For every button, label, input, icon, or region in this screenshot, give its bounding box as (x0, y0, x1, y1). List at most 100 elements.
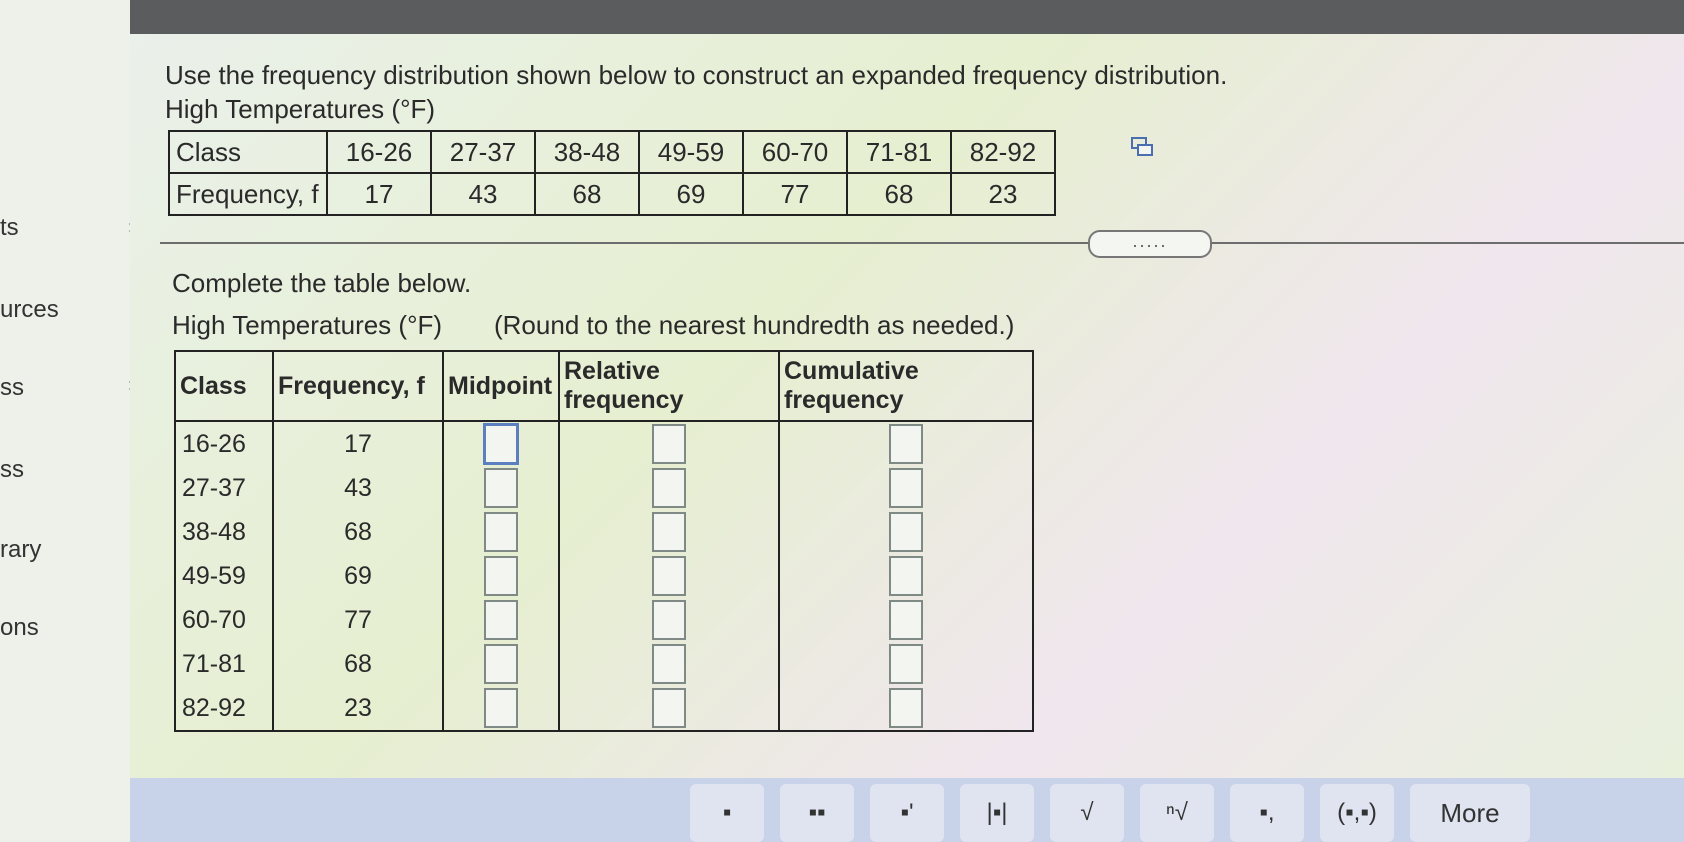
cumulative-frequency-input[interactable] (889, 600, 923, 640)
relative-frequency-cell (559, 598, 780, 642)
midpoint-cell (443, 421, 560, 466)
relative-frequency-input[interactable] (652, 468, 686, 508)
answer-table-caption: High Temperatures (°F) (172, 310, 443, 340)
task-instruction: Complete the table below. (172, 268, 472, 298)
class-cell: 71-81 (175, 642, 274, 686)
given-class-cell: 82-92 (950, 130, 1056, 174)
given-frequency-cell: 68 (534, 172, 640, 216)
cumulative-frequency-input[interactable] (889, 644, 923, 684)
cumulative-frequency-input[interactable] (889, 468, 923, 508)
sidebar: ts › urces ss › ss rary ons (0, 0, 135, 842)
rounding-note: (Round to the nearest hundredth as neede… (494, 310, 1015, 340)
cumulative-frequency-cell (779, 554, 1033, 598)
given-class-cell: 16-26 (326, 130, 432, 174)
frequency-cell: 77 (273, 598, 444, 642)
question-intro: Use the frequency distribution shown bel… (165, 60, 1228, 90)
header-class: Class (175, 351, 274, 422)
header-relative-frequency: Relative frequency (559, 351, 780, 422)
midpoint-cell (443, 642, 560, 686)
given-class-cell: 38-48 (534, 130, 640, 174)
cumulative-frequency-cell (779, 421, 1033, 466)
midpoint-input[interactable] (484, 600, 518, 640)
relative-frequency-cell (559, 686, 780, 731)
frequency-cell: 69 (273, 554, 444, 598)
answer-table: Class Frequency, f Midpoint Relative fre… (174, 350, 1034, 732)
expand-button[interactable]: ..... (1088, 230, 1212, 258)
section-divider (160, 242, 1684, 244)
table-row: 38-48 68 (175, 510, 1033, 554)
class-cell: 16-26 (175, 421, 274, 466)
midpoint-input[interactable] (484, 556, 518, 596)
math-toolbar: ▪ ▪▪ ▪' |▪| √ ⁿ√ ▪, (▪,▪) More (130, 778, 1684, 842)
sidebar-item-2[interactable]: urces (0, 296, 59, 324)
sidebar-item-6[interactable]: ons (0, 614, 39, 642)
frequency-cell: 43 (273, 466, 444, 510)
class-cell: 38-48 (175, 510, 274, 554)
cumulative-frequency-input[interactable] (889, 688, 923, 728)
relative-frequency-input[interactable] (652, 644, 686, 684)
cumulative-frequency-cell (779, 466, 1033, 510)
relative-frequency-input[interactable] (652, 556, 686, 596)
mixed-number-tool-icon[interactable]: ▪▪ (780, 784, 854, 842)
sidebar-item-1[interactable]: ts (0, 214, 19, 242)
cumulative-frequency-cell (779, 686, 1033, 731)
question-panel: Use the frequency distribution shown bel… (130, 34, 1684, 778)
copy-icon[interactable] (1130, 136, 1154, 158)
given-frequency-cell: 23 (950, 172, 1056, 216)
square-root-tool-icon[interactable]: √ (1050, 784, 1124, 842)
given-frequency-table: Class 16-26 27-37 38-48 49-59 60-70 71-8… (168, 130, 1056, 216)
sidebar-item-3[interactable]: ss (0, 374, 24, 402)
frequency-cell: 68 (273, 642, 444, 686)
class-cell: 60-70 (175, 598, 274, 642)
header-cumulative-frequency: Cumulative frequency (779, 351, 1033, 422)
midpoint-cell (443, 554, 560, 598)
given-class-cell: 49-59 (638, 130, 744, 174)
relative-frequency-input[interactable] (652, 512, 686, 552)
cumulative-frequency-input[interactable] (889, 556, 923, 596)
midpoint-cell (443, 510, 560, 554)
midpoint-input[interactable] (484, 468, 518, 508)
given-class-cell: 27-37 (430, 130, 536, 174)
given-frequency-cell: 43 (430, 172, 536, 216)
given-class-cell: 60-70 (742, 130, 848, 174)
subscript-tool-icon[interactable]: ▪, (1230, 784, 1304, 842)
relative-frequency-input[interactable] (652, 688, 686, 728)
sidebar-item-5[interactable]: rary (0, 536, 41, 564)
midpoint-input[interactable] (484, 644, 518, 684)
header-midpoint: Midpoint (443, 351, 560, 422)
class-cell: 49-59 (175, 554, 274, 598)
cumulative-frequency-input[interactable] (889, 424, 923, 464)
midpoint-cell (443, 686, 560, 731)
absolute-value-tool-icon[interactable]: |▪| (960, 784, 1034, 842)
table-row: 71-81 68 (175, 642, 1033, 686)
given-class-cell: 71-81 (846, 130, 952, 174)
relative-frequency-input[interactable] (652, 424, 686, 464)
given-frequency-cell: 17 (326, 172, 432, 216)
fraction-tool-icon[interactable]: ▪ (690, 784, 764, 842)
relative-frequency-cell (559, 466, 780, 510)
cumulative-frequency-cell (779, 510, 1033, 554)
midpoint-cell (443, 598, 560, 642)
midpoint-input[interactable] (484, 688, 518, 728)
header-frequency: Frequency, f (273, 351, 444, 422)
nth-root-tool-icon[interactable]: ⁿ√ (1140, 784, 1214, 842)
given-frequency-row: Frequency, f 17 43 68 69 77 68 23 (168, 172, 1056, 216)
cumulative-frequency-cell (779, 598, 1033, 642)
cumulative-frequency-input[interactable] (889, 512, 923, 552)
table-row: 27-37 43 (175, 466, 1033, 510)
given-class-label: Class (168, 130, 328, 174)
midpoint-input[interactable] (484, 512, 518, 552)
top-bar (130, 0, 1684, 34)
table-row: 60-70 77 (175, 598, 1033, 642)
relative-frequency-cell (559, 510, 780, 554)
sidebar-item-4[interactable]: ss (0, 456, 24, 484)
table-row: 49-59 69 (175, 554, 1033, 598)
exponent-tool-icon[interactable]: ▪' (870, 784, 944, 842)
more-tools-button[interactable]: More (1410, 784, 1530, 842)
relative-frequency-input[interactable] (652, 600, 686, 640)
given-class-row: Class 16-26 27-37 38-48 49-59 60-70 71-8… (168, 130, 1056, 174)
cumulative-frequency-cell (779, 642, 1033, 686)
ordered-pair-tool-icon[interactable]: (▪,▪) (1320, 784, 1394, 842)
relative-frequency-cell (559, 554, 780, 598)
midpoint-input[interactable] (483, 423, 519, 465)
